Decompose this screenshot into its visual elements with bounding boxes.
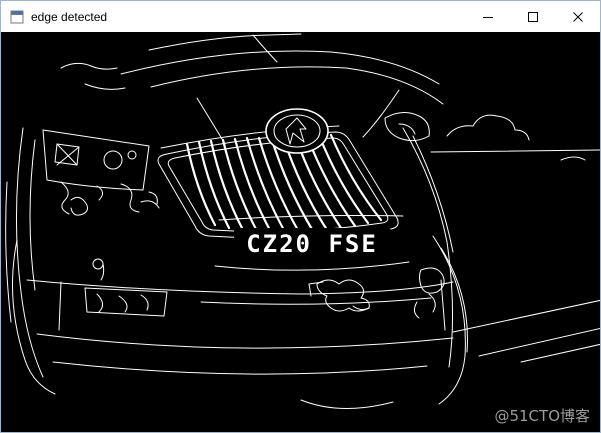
right-body-edges	[403, 128, 467, 404]
license-plate-text: CZ20 FSE	[246, 230, 378, 258]
edge-detected-image: CZ20 FSE	[1, 32, 601, 433]
headlight-right-and-background	[385, 112, 601, 160]
headlight-left	[43, 130, 159, 215]
minimize-icon	[483, 12, 493, 22]
window-controls	[465, 1, 600, 32]
skoda-badge	[266, 109, 328, 153]
lower-lip-edges	[37, 300, 601, 409]
window-title: edge detected	[31, 10, 107, 24]
close-icon	[573, 12, 583, 22]
maximize-icon	[528, 12, 538, 22]
close-button[interactable]	[555, 1, 600, 32]
app-window: edge detected	[0, 0, 601, 433]
watermark: @51CTO博客	[494, 405, 590, 426]
app-icon	[9, 9, 25, 25]
bumper-edges	[27, 259, 453, 330]
minimize-button[interactable]	[465, 1, 510, 32]
left-body-edges	[6, 128, 55, 394]
image-viewport: CZ20 FSE	[1, 32, 601, 433]
title-bar[interactable]: edge detected	[1, 1, 600, 32]
maximize-button[interactable]	[510, 1, 555, 32]
hood-edges	[61, 34, 443, 144]
